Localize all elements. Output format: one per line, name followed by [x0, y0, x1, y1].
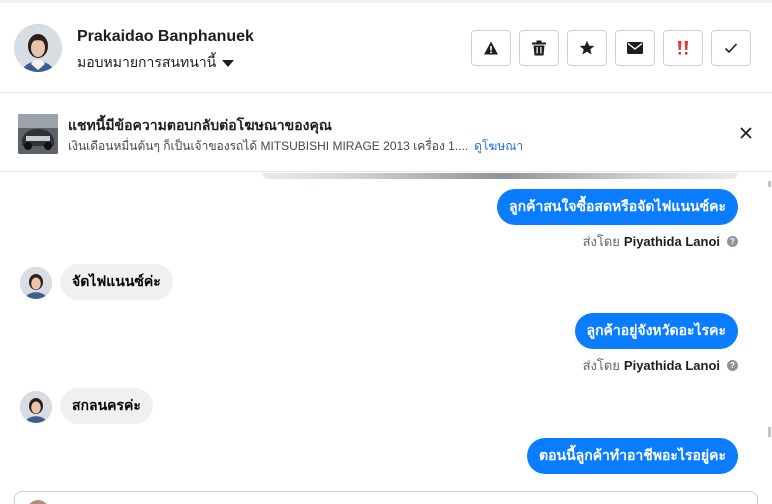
assign-conversation-dropdown[interactable]: มอบหมายการสนทนานี้: [77, 52, 235, 74]
star-button[interactable]: [567, 30, 607, 66]
sent-by-label: ส่งโดย Piyathida Lanoi ?: [583, 355, 738, 376]
mark-unread-button[interactable]: [615, 30, 655, 66]
delete-button[interactable]: [519, 30, 559, 66]
sent-by-prefix: ส่งโดย: [582, 358, 620, 373]
thread-scrollbar[interactable]: [768, 173, 772, 491]
ad-banner-title: แชทนี้มีข้อความตอบกลับต่อโฆษณาของคุณ: [68, 117, 332, 133]
close-icon[interactable]: [737, 124, 755, 142]
ad-reply-banner: แชทนี้มีข้อความตอบกลับต่อโฆษณาของคุณ เงิ…: [0, 94, 772, 172]
message-bubble-outgoing[interactable]: ลูกค้าสนใจซื้อสดหรือจัดไฟแนนซ์คะ: [497, 189, 738, 225]
message-bubble-incoming[interactable]: สกลนครค่ะ: [60, 388, 153, 424]
view-ad-link[interactable]: ดูโฆษณา: [474, 139, 523, 153]
info-icon[interactable]: ?: [727, 360, 738, 371]
ad-description-text: เงินเดือนหมื่นต้นๆ ก็เป็นเจ้าของรถได้ MI…: [68, 139, 469, 153]
contact-avatar-small: [20, 391, 52, 423]
caret-down-icon: [222, 60, 235, 67]
mark-done-button[interactable]: [711, 30, 751, 66]
ad-banner-description: เงินเดือนหมื่นต้นๆ ก็เป็นเจ้าของรถได้ MI…: [68, 137, 523, 156]
envelope-icon: [627, 42, 643, 54]
sent-by-label: ส่งโดย Piyathida Lanoi ?: [583, 231, 738, 252]
previous-image-attachment[interactable]: [262, 173, 738, 179]
message-bubble-outgoing[interactable]: ตอนนี้ลูกค้าทำอาชีพอะไรอยู่คะ: [527, 438, 738, 474]
conversation-header: Prakaidao Banphanuek มอบหมายการสนทนานี้: [0, 3, 772, 93]
warning-icon: [484, 41, 498, 55]
contact-avatar[interactable]: [14, 24, 62, 72]
report-spam-button[interactable]: [471, 30, 511, 66]
scrollbar-thumb[interactable]: [768, 181, 771, 187]
follow-up-button[interactable]: [663, 30, 703, 66]
message-composer[interactable]: [14, 491, 758, 504]
info-icon[interactable]: ?: [727, 236, 738, 247]
trash-icon: [532, 40, 546, 56]
scrollbar-marker: [768, 427, 771, 437]
sender-name[interactable]: Piyathida Lanoi: [624, 358, 720, 373]
conversation-actions: [471, 30, 751, 66]
message-thread[interactable]: ลูกค้าสนใจซื้อสดหรือจัดไฟแนนซ์คะ ส่งโดย …: [0, 173, 772, 491]
ad-thumbnail[interactable]: [18, 114, 58, 154]
double-exclamation-icon: [678, 41, 688, 55]
sender-name[interactable]: Piyathida Lanoi: [624, 234, 720, 249]
message-bubble-incoming[interactable]: จัดไฟแนนซ์ค่ะ: [60, 264, 173, 300]
checkmark-icon: [724, 43, 738, 54]
contact-avatar-small: [20, 267, 52, 299]
message-bubble-outgoing[interactable]: ลูกค้าอยู่จังหวัดอะไรคะ: [574, 313, 738, 349]
star-icon: [579, 40, 595, 55]
sent-by-prefix: ส่งโดย: [582, 234, 620, 249]
assign-conversation-label: มอบหมายการสนทนานี้: [77, 54, 217, 70]
contact-name[interactable]: Prakaidao Banphanuek: [77, 28, 254, 46]
page-avatar: [27, 500, 49, 504]
